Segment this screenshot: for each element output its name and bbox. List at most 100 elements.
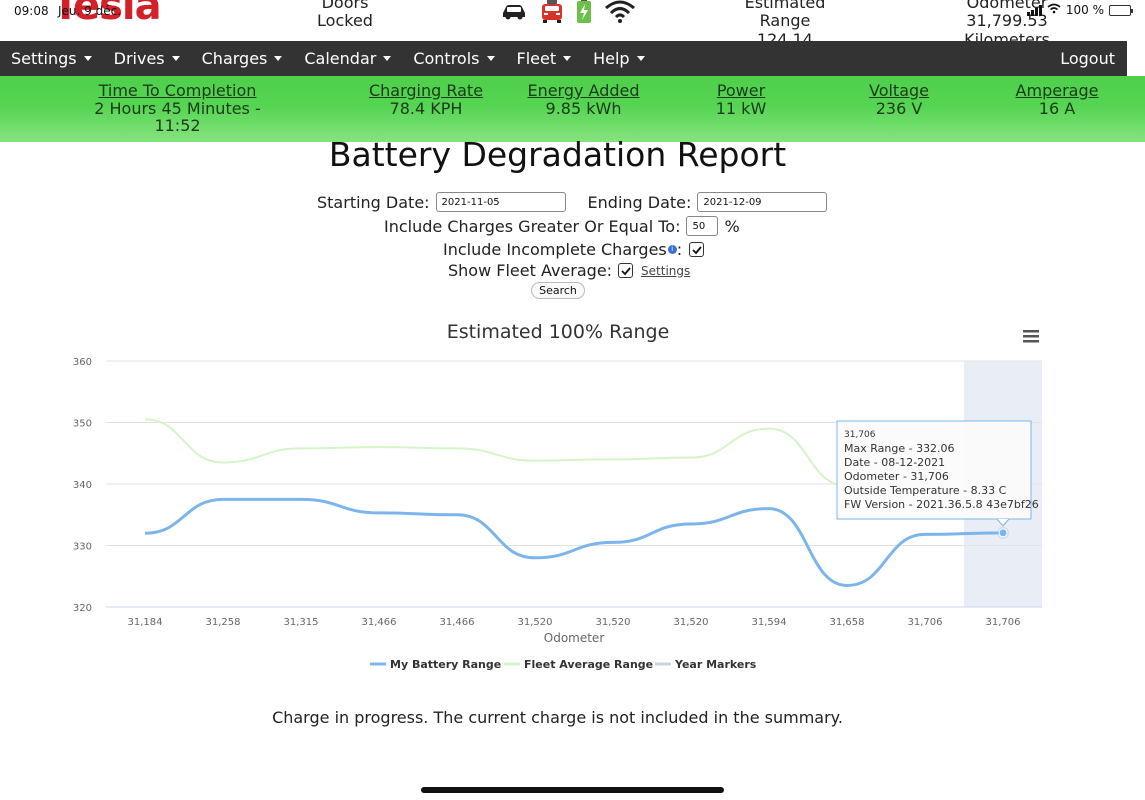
checkmark-icon	[692, 245, 702, 254]
chevron-down-icon	[563, 56, 572, 61]
fleet-settings-link[interactable]: Settings	[641, 264, 690, 278]
chevron-down-icon	[274, 56, 283, 61]
nav-drives[interactable]: Drives	[103, 49, 191, 68]
nav-fleet-label: Fleet	[516, 49, 557, 68]
highlight-point	[998, 528, 1008, 538]
y-tick-label: 330	[73, 542, 92, 553]
chart-title: Estimated 100% Range	[447, 321, 670, 343]
charges-threshold-input[interactable]	[686, 216, 719, 236]
status-date: Jeu. 9 déc.	[58, 4, 122, 18]
logout-link[interactable]: Logout	[1060, 41, 1115, 76]
amperage-value: 16 A	[1038, 98, 1076, 118]
home-indicator[interactable]	[421, 787, 724, 793]
start-date-input[interactable]	[435, 192, 566, 212]
x-tick-label: 31,520	[674, 617, 709, 628]
nav-controls[interactable]: Controls	[402, 49, 505, 68]
fleet-average-label: Show Fleet Average:	[448, 261, 613, 280]
status-time: 09:08	[14, 4, 49, 18]
x-tick-label: 31,258	[206, 617, 241, 628]
power: Power 11 kW	[701, 82, 781, 117]
vehicle-icons	[500, 0, 636, 26]
y-tick-label: 360	[73, 357, 92, 368]
nav-drives-label: Drives	[113, 49, 165, 68]
legend-label: Year Markers	[674, 658, 757, 671]
menu-bar	[1023, 335, 1039, 338]
fleet-average-row: Show Fleet Average: Settings	[448, 261, 690, 280]
legend-label: My Battery Range	[390, 658, 501, 671]
x-tick-label: 31,466	[362, 617, 397, 628]
tooltip-line: Date - 08-12-2021	[844, 456, 945, 469]
energy-added: Energy Added 9.85 kWh	[526, 82, 641, 117]
nav-charges[interactable]: Charges	[191, 49, 294, 68]
percent-unit: %	[724, 216, 740, 236]
x-tick-label: 31,594	[752, 617, 787, 628]
nav-controls-label: Controls	[413, 49, 480, 68]
charging-rate-label[interactable]: Charging Rate	[366, 82, 486, 100]
time-to-completion-label[interactable]: Time To Completion	[70, 82, 285, 100]
cellular-signal-icon	[1026, 4, 1042, 16]
menu-bar	[1023, 330, 1039, 333]
charges-threshold-label: Include Charges Greater Or Equal To:	[384, 216, 681, 236]
doors-status: Doors Locked	[300, 0, 390, 31]
incomplete-charges-label: Include Incomplete Charges	[443, 240, 667, 259]
app-root: Tesla 09:08 Jeu. 9 déc. Doors Locked Est…	[0, 0, 1145, 800]
x-tick-label: 31,658	[830, 617, 865, 628]
incomplete-charges-checkbox[interactable]	[689, 242, 705, 257]
wifi-icon[interactable]	[604, 0, 636, 27]
car-icon[interactable]	[500, 2, 528, 24]
incomplete-charges-colon: :	[676, 240, 683, 259]
power-label[interactable]: Power	[701, 82, 781, 100]
page-title: Battery Degradation Report	[328, 135, 787, 174]
charge-in-progress-note: Charge in progress. The current charge i…	[272, 708, 843, 727]
header-strip: Tesla 09:08 Jeu. 9 déc. Doors Locked Est…	[0, 0, 1145, 67]
status-battery-icon	[1109, 4, 1133, 16]
x-axis-title: Odometer	[544, 631, 605, 645]
x-tick-label: 31,520	[518, 617, 553, 628]
fleet-average-checkbox[interactable]	[618, 263, 634, 278]
incomplete-charges-row: Include Incomplete Charges i :	[443, 240, 705, 259]
main-nav: Settings Drives Charges Calendar Control…	[0, 41, 1127, 76]
amperage: Amperage 16 A	[1012, 82, 1102, 117]
hamburger-menu-icon[interactable]	[1023, 330, 1039, 343]
battery-charging-icon[interactable]	[576, 0, 592, 28]
info-icon[interactable]: i	[667, 245, 677, 254]
y-tick-label: 340	[73, 480, 92, 491]
nav-calendar-label: Calendar	[304, 49, 377, 68]
doors-value: Locked	[317, 11, 373, 31]
amperage-label[interactable]: Amperage	[1012, 82, 1102, 100]
nav-help-label: Help	[593, 49, 630, 68]
tooltip-header: 31,706	[844, 430, 876, 440]
x-tick-label: 31,466	[440, 617, 475, 628]
nav-settings[interactable]: Settings	[0, 49, 103, 68]
nav-fleet[interactable]: Fleet	[506, 49, 583, 68]
time-to-completion: Time To Completion 2 Hours 45 Minutes - …	[70, 82, 285, 135]
x-tick-label: 31,706	[908, 617, 943, 628]
tooltip-line: Odometer - 31,706	[844, 470, 949, 483]
range-chart: Estimated 100% Range 320 330 340 350 360 31,18…	[73, 321, 1042, 671]
time-to-completion-value: 2 Hours 45 Minutes - 11:52	[94, 98, 261, 136]
x-tick-label: 31,520	[596, 617, 631, 628]
search-button[interactable]: Search	[531, 282, 585, 299]
chevron-down-icon	[83, 56, 92, 61]
car-front-icon[interactable]	[540, 0, 564, 28]
status-indicators: 100 %	[1026, 3, 1133, 17]
nav-help[interactable]: Help	[582, 49, 655, 68]
y-tick-label: 320	[73, 603, 92, 614]
nav-calendar[interactable]: Calendar	[293, 49, 402, 68]
charging-status-bar: Time To Completion 2 Hours 45 Minutes - …	[0, 76, 1145, 142]
voltage-label[interactable]: Voltage	[859, 82, 939, 100]
start-date-label: Starting Date:	[317, 192, 430, 212]
x-tick-label: 31,315	[284, 617, 319, 628]
series-line-fleet-average-range	[144, 418, 926, 487]
end-date-label: Ending Date:	[587, 192, 692, 212]
nav-settings-label: Settings	[11, 49, 77, 68]
energy-added-label[interactable]: Energy Added	[526, 82, 641, 100]
x-tick-label: 31,706	[986, 617, 1021, 628]
date-range-row: Starting Date: Ending Date:	[317, 192, 828, 212]
legend-label: Fleet Average Range	[524, 658, 653, 671]
chevron-down-icon	[383, 56, 392, 61]
tooltip-line: Max Range - 332.06	[844, 442, 955, 455]
voltage: Voltage 236 V	[859, 82, 939, 117]
end-date-input[interactable]	[697, 192, 828, 212]
tooltip-line: Outside Temperature - 8.33 C	[844, 484, 1007, 497]
